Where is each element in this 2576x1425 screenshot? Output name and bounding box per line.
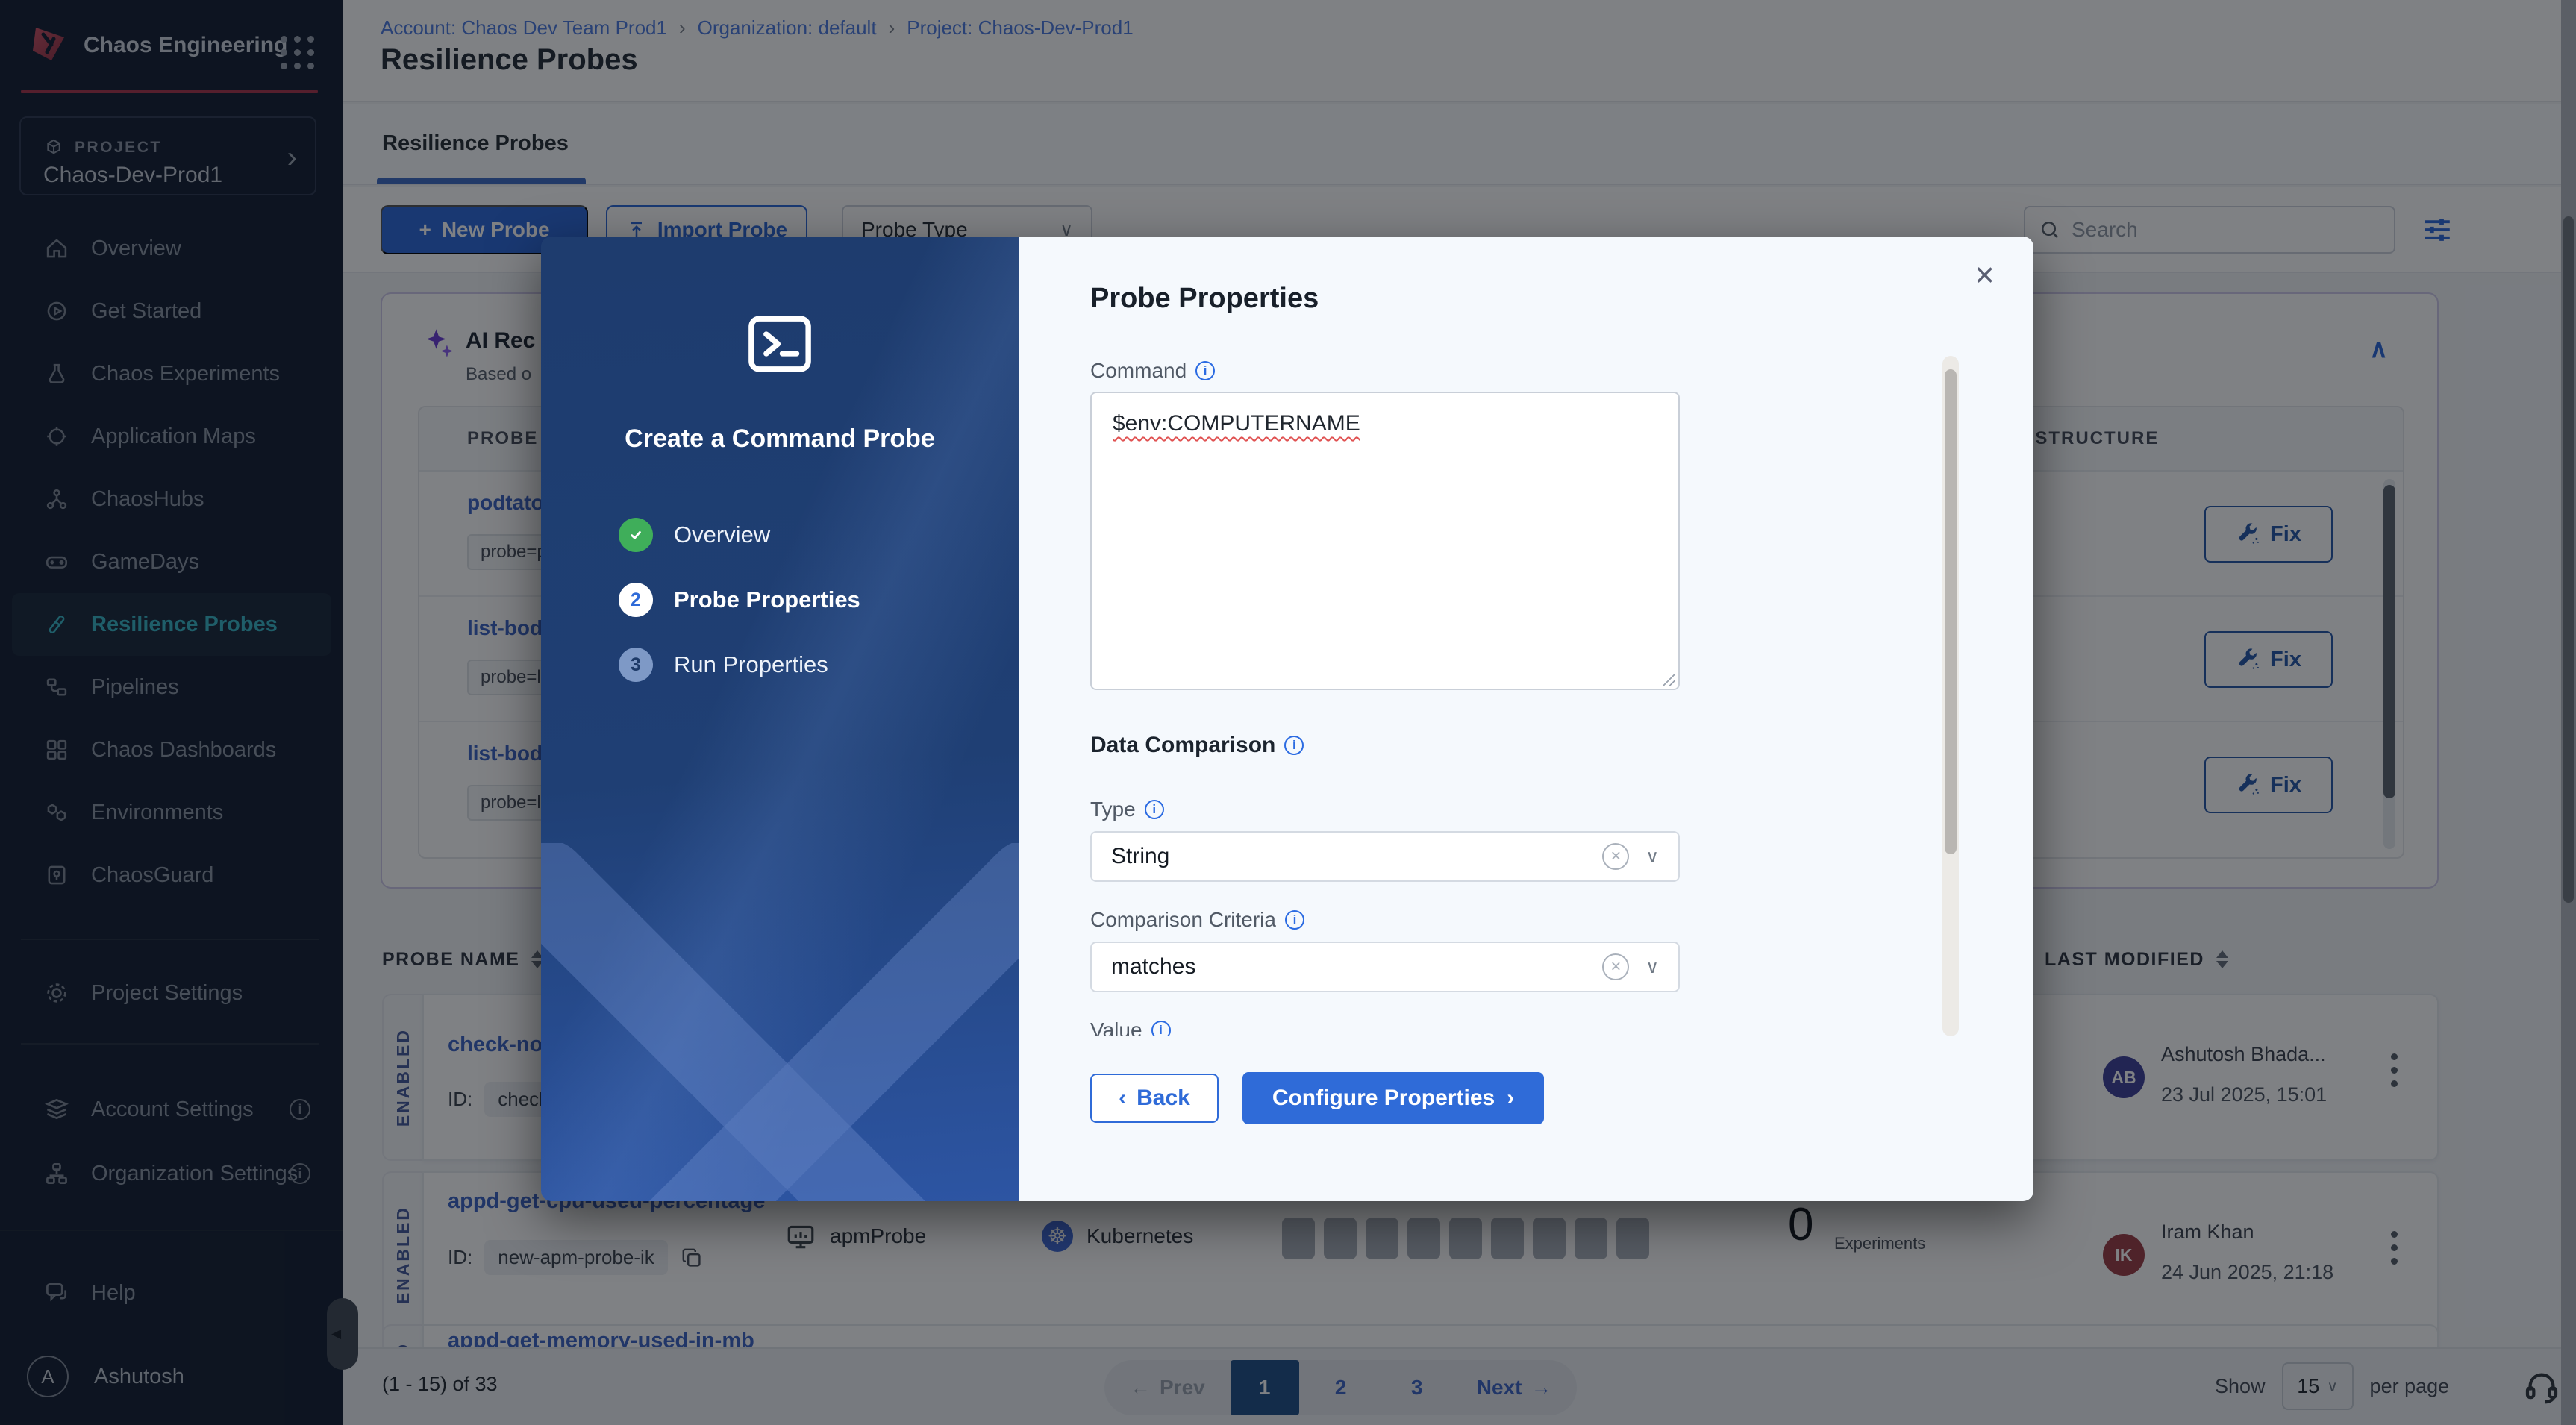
info-icon[interactable]: i (1285, 910, 1304, 930)
data-comparison-section-title: Data Comparisoni (1090, 733, 1304, 758)
chevron-down-icon: ∨ (1645, 846, 1659, 868)
step-label: Overview (674, 522, 770, 548)
clear-icon[interactable]: × (1602, 953, 1629, 980)
step-label: Run Properties (674, 651, 828, 678)
terminal-icon (741, 305, 819, 383)
type-label: Typei (1090, 798, 1164, 821)
wizard-title: Create a Command Probe (541, 425, 1019, 454)
step-label: Probe Properties (674, 586, 860, 613)
close-icon[interactable]: × (1975, 257, 1995, 292)
comparison-criteria-select[interactable]: matches × ∨ (1090, 942, 1680, 992)
comparison-criteria-label: Comparison Criteriai (1090, 908, 1304, 932)
modal-scrollbar-thumb[interactable] (1945, 369, 1957, 854)
step-number: 3 (619, 648, 653, 682)
info-icon[interactable]: i (1195, 361, 1215, 380)
wizard-step-probe-properties[interactable]: 2 Probe Properties (619, 576, 860, 624)
chevron-right-icon: › (1507, 1086, 1514, 1111)
wizard-step-overview[interactable]: Overview (619, 511, 770, 559)
clear-icon[interactable]: × (1602, 843, 1629, 870)
info-icon[interactable]: i (1151, 1021, 1171, 1036)
create-command-probe-modal: Create a Command Probe Overview 2 Probe … (541, 237, 2033, 1201)
type-value: String (1111, 844, 1169, 869)
configure-properties-button[interactable]: Configure Properties › (1242, 1072, 1544, 1124)
back-label: Back (1137, 1086, 1190, 1111)
criteria-value: matches (1111, 954, 1195, 980)
value-label: Valuei (1090, 1018, 1171, 1036)
step-number: 2 (619, 583, 653, 617)
harness-x-watermark (541, 843, 1019, 1201)
command-textarea[interactable]: $env:COMPUTERNAME (1090, 392, 1680, 690)
info-icon[interactable]: i (1145, 800, 1164, 819)
form-scroll-area: Commandi $env:COMPUTERNAME Data Comparis… (1090, 356, 1971, 1036)
form-heading: Probe Properties (1090, 283, 1319, 315)
type-select[interactable]: String × ∨ (1090, 831, 1680, 882)
chevron-left-icon: ‹ (1119, 1086, 1126, 1111)
command-label: Commandi (1090, 359, 1215, 383)
info-icon[interactable]: i (1284, 736, 1304, 755)
wizard-side-panel: Create a Command Probe Overview 2 Probe … (541, 237, 1019, 1201)
command-value: $env:COMPUTERNAME (1113, 411, 1360, 436)
check-icon (619, 518, 653, 552)
wizard-step-run-properties[interactable]: 3 Run Properties (619, 641, 828, 689)
app-screen: Chaos Engineering PROJECT Chaos-Dev-Prod… (0, 0, 2576, 1425)
chevron-down-icon: ∨ (1645, 956, 1659, 978)
configure-label: Configure Properties (1272, 1086, 1495, 1111)
probe-properties-form: × Probe Properties Commandi $env:COMPUTE… (1019, 237, 2033, 1201)
back-button[interactable]: ‹ Back (1090, 1074, 1219, 1123)
